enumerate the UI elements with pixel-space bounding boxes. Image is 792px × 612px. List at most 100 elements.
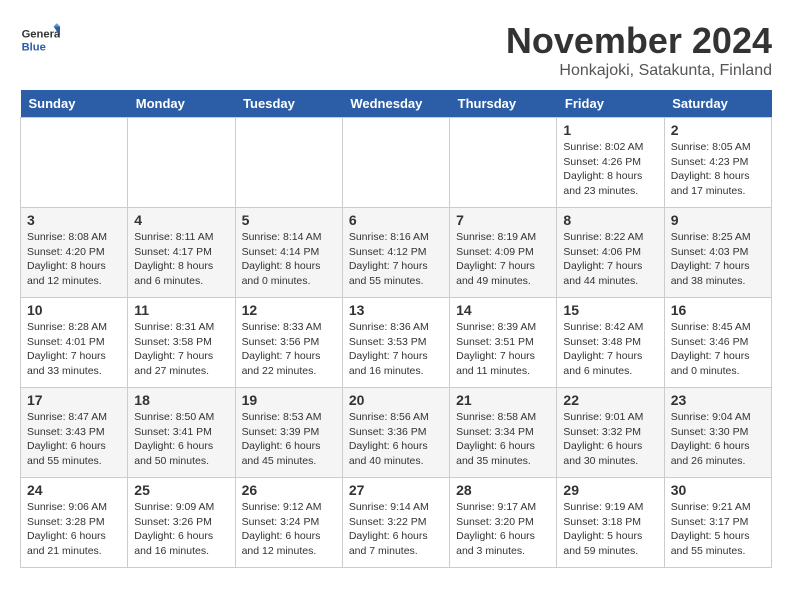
day-number: 19: [242, 392, 336, 408]
day-number: 3: [27, 212, 121, 228]
weekday-header-sunday: Sunday: [21, 90, 128, 118]
calendar-cell: 1 Sunrise: 8:02 AM Sunset: 4:26 PM Daylig…: [557, 118, 664, 208]
calendar-cell: [235, 118, 342, 208]
calendar-cell: 23 Sunrise: 9:04 AM Sunset: 3:30 PM Dayli…: [664, 388, 771, 478]
calendar-cell: [450, 118, 557, 208]
weekday-header-row: SundayMondayTuesdayWednesdayThursdayFrid…: [21, 90, 772, 118]
day-info: Sunrise: 9:14 AM Sunset: 3:22 PM Dayligh…: [349, 500, 443, 559]
day-number: 4: [134, 212, 228, 228]
calendar-cell: 3 Sunrise: 8:08 AM Sunset: 4:20 PM Daylig…: [21, 208, 128, 298]
day-number: 17: [27, 392, 121, 408]
day-info: Sunrise: 8:39 AM Sunset: 3:51 PM Dayligh…: [456, 320, 550, 379]
calendar-cell: 20 Sunrise: 8:56 AM Sunset: 3:36 PM Dayli…: [342, 388, 449, 478]
calendar-cell: 24Sunrise: 9:06 AM Sunset: 3:28 PM Dayli…: [21, 478, 128, 568]
calendar-cell: [128, 118, 235, 208]
day-info: Sunrise: 8:36 AM Sunset: 3:53 PM Dayligh…: [349, 320, 443, 379]
logo: General Blue: [20, 20, 64, 60]
day-info: Sunrise: 9:01 AM Sunset: 3:32 PM Dayligh…: [563, 410, 657, 469]
day-info: Sunrise: 8:08 AM Sunset: 4:20 PM Dayligh…: [27, 230, 121, 289]
calendar-cell: 13 Sunrise: 8:36 AM Sunset: 3:53 PM Dayli…: [342, 298, 449, 388]
day-info: Sunrise: 8:31 AM Sunset: 3:58 PM Dayligh…: [134, 320, 228, 379]
day-info: Sunrise: 9:21 AM Sunset: 3:17 PM Dayligh…: [671, 500, 765, 559]
day-number: 27: [349, 482, 443, 498]
page-header: General Blue November 2024 Honkajoki, Sa…: [20, 20, 772, 80]
day-info: Sunrise: 9:06 AM Sunset: 3:28 PM Dayligh…: [27, 500, 121, 559]
calendar-cell: 18 Sunrise: 8:50 AM Sunset: 3:41 PM Dayli…: [128, 388, 235, 478]
calendar-cell: 21Sunrise: 8:58 AM Sunset: 3:34 PM Dayli…: [450, 388, 557, 478]
day-number: 5: [242, 212, 336, 228]
week-row-2: 3 Sunrise: 8:08 AM Sunset: 4:20 PM Daylig…: [21, 208, 772, 298]
day-number: 1: [563, 122, 657, 138]
calendar-cell: 12 Sunrise: 8:33 AM Sunset: 3:56 PM Dayli…: [235, 298, 342, 388]
calendar-cell: 9 Sunrise: 8:25 AM Sunset: 4:03 PM Daylig…: [664, 208, 771, 298]
calendar-cell: [342, 118, 449, 208]
calendar-cell: 14 Sunrise: 8:39 AM Sunset: 3:51 PM Dayli…: [450, 298, 557, 388]
day-number: 25: [134, 482, 228, 498]
svg-text:General: General: [22, 29, 60, 41]
day-info: Sunrise: 8:58 AM Sunset: 3:34 PM Dayligh…: [456, 410, 550, 469]
weekday-header-friday: Friday: [557, 90, 664, 118]
day-info: Sunrise: 8:28 AM Sunset: 4:01 PM Dayligh…: [27, 320, 121, 379]
calendar-cell: 25Sunrise: 9:09 AM Sunset: 3:26 PM Dayli…: [128, 478, 235, 568]
day-info: Sunrise: 8:45 AM Sunset: 3:46 PM Dayligh…: [671, 320, 765, 379]
weekday-header-tuesday: Tuesday: [235, 90, 342, 118]
calendar-cell: 29Sunrise: 9:19 AM Sunset: 3:18 PM Dayli…: [557, 478, 664, 568]
calendar-cell: 8Sunrise: 8:22 AM Sunset: 4:06 PM Daylig…: [557, 208, 664, 298]
calendar-cell: 17 Sunrise: 8:47 AM Sunset: 3:43 PM Dayli…: [21, 388, 128, 478]
day-number: 13: [349, 302, 443, 318]
calendar-cell: 11 Sunrise: 8:31 AM Sunset: 3:58 PM Dayli…: [128, 298, 235, 388]
day-info: Sunrise: 8:47 AM Sunset: 3:43 PM Dayligh…: [27, 410, 121, 469]
day-info: Sunrise: 8:42 AM Sunset: 3:48 PM Dayligh…: [563, 320, 657, 379]
day-info: Sunrise: 8:02 AM Sunset: 4:26 PM Dayligh…: [563, 140, 657, 199]
day-info: Sunrise: 8:05 AM Sunset: 4:23 PM Dayligh…: [671, 140, 765, 199]
svg-text:Blue: Blue: [22, 41, 46, 53]
day-info: Sunrise: 8:50 AM Sunset: 3:41 PM Dayligh…: [134, 410, 228, 469]
day-info: Sunrise: 8:33 AM Sunset: 3:56 PM Dayligh…: [242, 320, 336, 379]
day-info: Sunrise: 8:19 AM Sunset: 4:09 PM Dayligh…: [456, 230, 550, 289]
day-number: 26: [242, 482, 336, 498]
location-title: Honkajoki, Satakunta, Finland: [506, 62, 772, 80]
day-number: 16: [671, 302, 765, 318]
calendar-cell: [21, 118, 128, 208]
calendar-cell: 30Sunrise: 9:21 AM Sunset: 3:17 PM Dayli…: [664, 478, 771, 568]
calendar-table: SundayMondayTuesdayWednesdayThursdayFrid…: [20, 90, 772, 568]
day-info: Sunrise: 8:56 AM Sunset: 3:36 PM Dayligh…: [349, 410, 443, 469]
day-number: 10: [27, 302, 121, 318]
weekday-header-wednesday: Wednesday: [342, 90, 449, 118]
calendar-cell: 22 Sunrise: 9:01 AM Sunset: 3:32 PM Dayli…: [557, 388, 664, 478]
day-info: Sunrise: 9:19 AM Sunset: 3:18 PM Dayligh…: [563, 500, 657, 559]
day-number: 9: [671, 212, 765, 228]
calendar-cell: 6Sunrise: 8:16 AM Sunset: 4:12 PM Daylig…: [342, 208, 449, 298]
day-info: Sunrise: 8:11 AM Sunset: 4:17 PM Dayligh…: [134, 230, 228, 289]
day-number: 20: [349, 392, 443, 408]
day-number: 23: [671, 392, 765, 408]
day-number: 18: [134, 392, 228, 408]
calendar-cell: 5 Sunrise: 8:14 AM Sunset: 4:14 PM Daylig…: [235, 208, 342, 298]
calendar-cell: 2Sunrise: 8:05 AM Sunset: 4:23 PM Daylig…: [664, 118, 771, 208]
day-number: 11: [134, 302, 228, 318]
day-info: Sunrise: 8:14 AM Sunset: 4:14 PM Dayligh…: [242, 230, 336, 289]
calendar-cell: 26 Sunrise: 9:12 AM Sunset: 3:24 PM Dayli…: [235, 478, 342, 568]
day-number: 8: [563, 212, 657, 228]
title-section: November 2024 Honkajoki, Satakunta, Finl…: [506, 20, 772, 80]
calendar-cell: 7Sunrise: 8:19 AM Sunset: 4:09 PM Daylig…: [450, 208, 557, 298]
day-info: Sunrise: 9:04 AM Sunset: 3:30 PM Dayligh…: [671, 410, 765, 469]
week-row-4: 17 Sunrise: 8:47 AM Sunset: 3:43 PM Dayli…: [21, 388, 772, 478]
day-number: 28: [456, 482, 550, 498]
calendar-cell: 16 Sunrise: 8:45 AM Sunset: 3:46 PM Dayli…: [664, 298, 771, 388]
calendar-cell: 27 Sunrise: 9:14 AM Sunset: 3:22 PM Dayli…: [342, 478, 449, 568]
day-info: Sunrise: 8:16 AM Sunset: 4:12 PM Dayligh…: [349, 230, 443, 289]
day-number: 22: [563, 392, 657, 408]
month-title: November 2024: [506, 20, 772, 62]
week-row-5: 24Sunrise: 9:06 AM Sunset: 3:28 PM Dayli…: [21, 478, 772, 568]
weekday-header-thursday: Thursday: [450, 90, 557, 118]
calendar-cell: 15 Sunrise: 8:42 AM Sunset: 3:48 PM Dayli…: [557, 298, 664, 388]
day-number: 15: [563, 302, 657, 318]
calendar-cell: 4 Sunrise: 8:11 AM Sunset: 4:17 PM Daylig…: [128, 208, 235, 298]
day-info: Sunrise: 8:25 AM Sunset: 4:03 PM Dayligh…: [671, 230, 765, 289]
day-number: 12: [242, 302, 336, 318]
weekday-header-saturday: Saturday: [664, 90, 771, 118]
week-row-1: 1 Sunrise: 8:02 AM Sunset: 4:26 PM Daylig…: [21, 118, 772, 208]
day-info: Sunrise: 9:12 AM Sunset: 3:24 PM Dayligh…: [242, 500, 336, 559]
day-number: 14: [456, 302, 550, 318]
